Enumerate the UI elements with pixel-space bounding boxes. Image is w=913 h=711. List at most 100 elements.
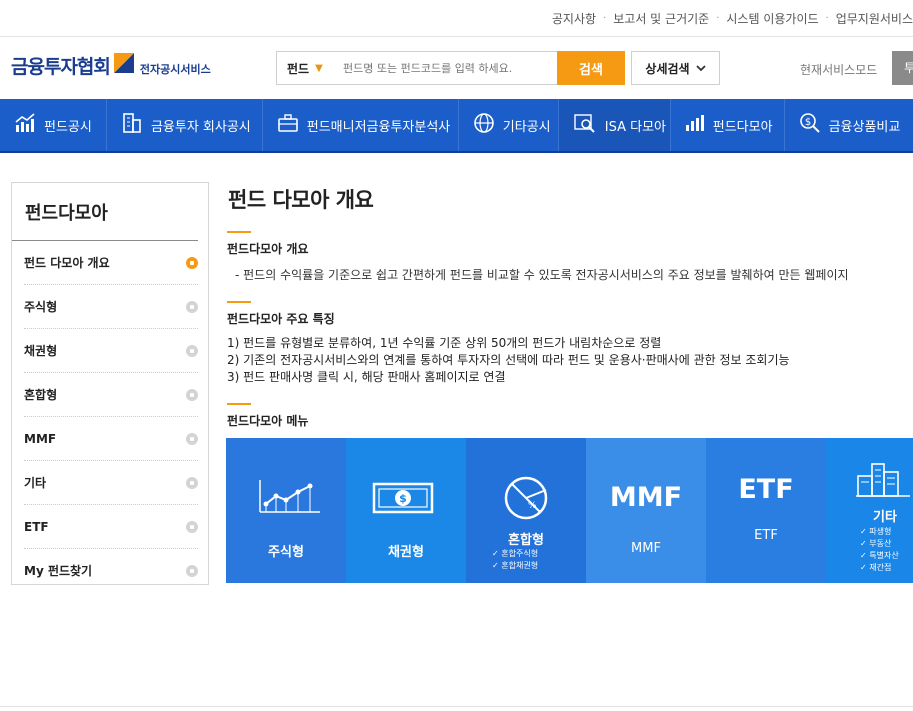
chevron-down-icon (695, 61, 706, 75)
banknote-icon: $ (372, 480, 434, 520)
globe-icon (473, 112, 495, 138)
bullet-icon (186, 388, 198, 401)
nav-fund-damoa[interactable]: 펀드다모아 (671, 99, 785, 151)
side-menu: 펀드다모아 펀드 다모아 개요 주식형 채권형 혼합형 MMF 기타 ETF M… (11, 182, 209, 585)
guide-link[interactable]: 시스템 이용가이드 (726, 10, 818, 27)
nav-isa-damoa[interactable]: ISA 다모아 (558, 99, 671, 151)
fund-menu-tiles: 주식형 $ 채권형 % 혼합형 ✓ 혼합주식형 ✓ 혼합채권형 MMF MMF … (226, 438, 913, 583)
search-type-select[interactable]: 펀드 ▼ (277, 60, 341, 77)
separator: · (825, 12, 829, 24)
nav-label: 기타공시 (502, 119, 551, 135)
feature-item: 3) 펀드 판매사명 클릭 시, 해당 판매사 홈페이지로 연결 (227, 370, 506, 384)
buildings-icon (854, 462, 912, 502)
tile-mixed[interactable]: % 혼합형 ✓ 혼합주식형 ✓ 혼합채권형 (466, 438, 586, 583)
tile-big-text: ETF (738, 474, 794, 505)
search-box: 펀드 ▼ 검색 (276, 51, 625, 85)
tile-other[interactable]: 기타 ✓ 파생형 ✓ 부동산 ✓ 특별자산 ✓ 재간접 (826, 438, 913, 583)
support-link[interactable]: 업무지원서비스 (836, 10, 913, 27)
tile-label: MMF (631, 541, 661, 556)
bullet-icon (186, 344, 198, 357)
building-icon (121, 112, 143, 138)
side-item-mmf[interactable]: MMF (24, 417, 198, 461)
nav-other-disclosure[interactable]: 기타공시 (459, 99, 559, 151)
tile-sub-item: ✓ 부동산 (860, 539, 892, 548)
features-section-title: 펀드다모아 주요 특징 (227, 312, 335, 326)
side-item-etf[interactable]: ETF (24, 505, 198, 549)
nav-company-disclosure[interactable]: 금융투자 회사공시 (107, 99, 263, 151)
side-item-bond[interactable]: 채권형 (24, 329, 198, 373)
logo[interactable]: 금융투자협회 전자공시서비스 (11, 51, 211, 79)
nav-fund-disclosure[interactable]: 펀드공시 (0, 99, 107, 151)
side-menu-list: 펀드 다모아 개요 주식형 채권형 혼합형 MMF 기타 ETF My 펀드찾기 (12, 241, 208, 592)
briefcase-icon (277, 112, 299, 138)
nav-label: 펀드다모아 (712, 119, 773, 135)
chart-icon (14, 112, 36, 138)
tile-label: 채권형 (388, 545, 424, 560)
svg-text:$: $ (804, 117, 810, 128)
tile-label: 주식형 (268, 545, 304, 560)
side-item-label: 주식형 (24, 300, 58, 314)
nav-label: 금융상품비교 (828, 119, 901, 135)
header: 금융투자협회 전자공시서비스 펀드 ▼ 검색 상세검색 현재서비스모드 투 (0, 37, 913, 99)
search-input[interactable] (341, 60, 555, 76)
tile-label: 혼합형 (508, 533, 544, 548)
chevron-down-icon: ▼ (315, 62, 323, 74)
svg-text:%: % (528, 501, 537, 511)
tile-sub-item: ✓ 특별자산 (860, 551, 899, 560)
detail-search-label: 상세검색 (645, 61, 690, 76)
service-mode-label: 현재서비스모드 (800, 63, 878, 77)
bullet-icon (186, 300, 198, 313)
section-divider (227, 231, 251, 233)
line-chart-icon (258, 478, 322, 520)
side-item-label: My 펀드찾기 (24, 564, 93, 578)
tile-mmf[interactable]: MMF MMF (586, 438, 706, 583)
search-type-label: 펀드 (287, 61, 310, 76)
overview-section-title: 펀드다모아 개요 (227, 242, 309, 256)
side-menu-title: 펀드다모아 (12, 183, 198, 241)
coin-search-icon: $ (799, 112, 821, 138)
side-item-label: 펀드 다모아 개요 (24, 256, 110, 270)
tile-big-text: MMF (609, 482, 683, 513)
tile-etf[interactable]: ETF ETF (706, 438, 826, 583)
svg-text:$: $ (399, 492, 407, 505)
bar-chart-icon (685, 114, 705, 136)
side-item-mixed[interactable]: 혼합형 (24, 373, 198, 417)
side-item-stock[interactable]: 주식형 (24, 285, 198, 329)
logo-sub-text: 전자공시서비스 (139, 63, 211, 76)
mode-switch-button[interactable]: 투 (892, 51, 913, 85)
separator: · (716, 12, 720, 24)
features-list: 1) 펀드를 유형별로 분류하여, 1년 수익률 기준 상위 50개의 펀드가 … (227, 335, 790, 386)
bullet-icon (186, 564, 198, 577)
tile-sub-item: ✓ 재간접 (860, 563, 892, 572)
search-button[interactable]: 검색 (557, 51, 625, 85)
tile-sub-list: ✓ 파생형 ✓ 부동산 ✓ 특별자산 ✓ 재간접 (860, 526, 899, 574)
nav-product-compare[interactable]: $ 금융상품비교 (785, 99, 913, 151)
notice-link[interactable]: 공지사항 (552, 10, 596, 27)
utility-bar: 공지사항 · 보고서 및 근거기준 · 시스템 이용가이드 · 업무지원서비스 (0, 0, 913, 37)
bullet-icon (186, 432, 198, 445)
detail-search-button[interactable]: 상세검색 (631, 51, 720, 85)
nav-fund-manager[interactable]: 펀드매니저금융투자분석사 (263, 99, 459, 151)
side-item-label: 채권형 (24, 344, 58, 358)
bullet-icon (186, 476, 198, 489)
feature-item: 1) 펀드를 유형별로 분류하여, 1년 수익률 기준 상위 50개의 펀드가 … (227, 336, 662, 350)
magnifier-doc-icon (573, 112, 597, 138)
nav-label: ISA 다모아 (604, 119, 666, 135)
tile-stock[interactable]: 주식형 (226, 438, 346, 583)
reports-link[interactable]: 보고서 및 근거기준 (613, 10, 709, 27)
overview-description: - 펀드의 수익률을 기준으로 쉽고 간편하게 펀드를 비교할 수 있도록 전자… (235, 268, 849, 282)
nav-label: 금융투자 회사공시 (150, 119, 251, 135)
section-divider (227, 301, 251, 303)
bullet-icon (186, 520, 198, 533)
logo-mark-icon (112, 51, 136, 75)
nav-label: 펀드매니저금융투자분석사 (306, 119, 451, 135)
tile-bond[interactable]: $ 채권형 (346, 438, 466, 583)
side-item-overview[interactable]: 펀드 다모아 개요 (24, 241, 198, 285)
side-item-label: ETF (24, 519, 49, 534)
nav-label: 펀드공시 (44, 119, 92, 135)
side-item-my-fund[interactable]: My 펀드찾기 (24, 549, 198, 592)
side-item-other[interactable]: 기타 (24, 461, 198, 505)
bullet-icon (186, 256, 198, 269)
page-title: 펀드 다모아 개요 (228, 188, 374, 212)
tile-sub-item: ✓ 혼합주식형 (492, 549, 539, 558)
